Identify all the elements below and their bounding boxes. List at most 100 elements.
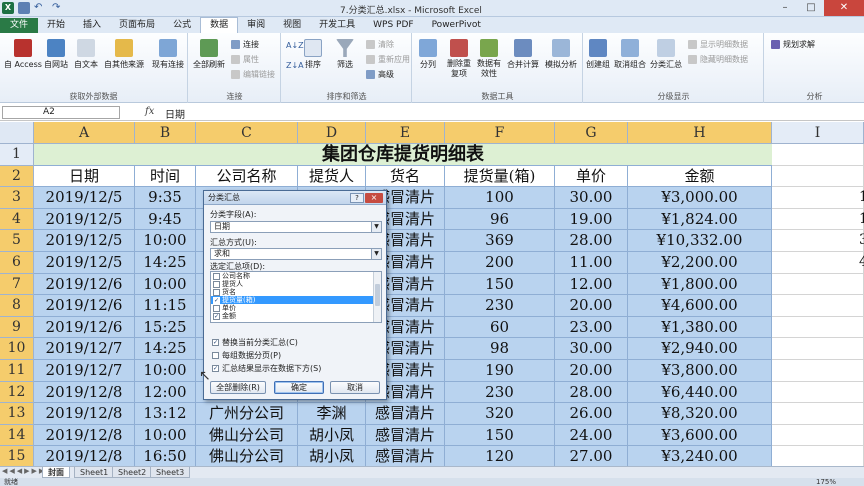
data-cell[interactable]: ¥3,800.00	[628, 360, 772, 382]
data-cell[interactable]: ¥10,332.00	[628, 230, 772, 252]
data-cell[interactable]: 120	[445, 446, 555, 466]
data-cell[interactable]: 佛山分公司	[196, 424, 298, 447]
group-button[interactable]: 创建组	[586, 39, 610, 70]
what-if-button[interactable]: 模拟分析	[545, 39, 577, 70]
data-cell[interactable]: 2019/12/6	[34, 295, 135, 317]
data-cell[interactable]: 60	[445, 316, 555, 339]
column-header-c[interactable]: C	[196, 122, 298, 144]
select-all-corner[interactable]	[0, 122, 34, 144]
tab-powerpivot[interactable]: PowerPivot	[423, 18, 490, 33]
data-cell[interactable]: 23.00	[555, 316, 628, 339]
row-header-11[interactable]: 11	[0, 360, 34, 382]
data-cell[interactable]: 100	[445, 187, 555, 209]
minimize-icon[interactable]: –	[772, 0, 798, 16]
data-cell[interactable]: 2019/12/6	[34, 316, 135, 339]
tab-review[interactable]: 审阅	[238, 18, 274, 33]
header-cell-h[interactable]: 金额	[628, 165, 772, 188]
tab-page-layout[interactable]: 页面布局	[110, 18, 164, 33]
data-cell[interactable]: 27.00	[555, 446, 628, 466]
header-cell-d[interactable]: 提货人	[298, 165, 366, 188]
header-cell-g[interactable]: 单价	[555, 165, 628, 188]
data-cell[interactable]: 2019/12/5	[34, 208, 135, 231]
data-cell[interactable]: 10:00	[135, 230, 196, 252]
data-cell[interactable]: 20.00	[555, 360, 628, 382]
data-cell[interactable]: 2019/12/6	[34, 273, 135, 296]
undo-icon[interactable]: ↶	[34, 2, 48, 14]
data-cell[interactable]: ¥1,380.00	[628, 316, 772, 339]
checkbox-unchecked[interactable]	[212, 352, 219, 359]
header-cell-c[interactable]: 公司名称	[196, 165, 298, 188]
checkbox-checked[interactable]: ✓	[213, 312, 220, 320]
hide-detail-button[interactable]: 隐藏明细数据	[688, 54, 748, 65]
dialog-close-icon[interactable]: ×	[365, 193, 383, 203]
data-cell[interactable]: 10:00	[135, 273, 196, 296]
data-cell[interactable]: 2019/12/8	[34, 403, 135, 425]
data-cell[interactable]: 230	[445, 295, 555, 317]
tab-file[interactable]: 文件	[0, 18, 39, 33]
existing-connections-button[interactable]: 现有连接	[152, 39, 184, 70]
data-cell[interactable]: 9:45	[135, 208, 196, 231]
column-header-a[interactable]: A	[34, 122, 135, 144]
data-cell[interactable]: ¥6,440.00	[628, 381, 772, 404]
redo-icon[interactable]: ↷	[52, 2, 66, 14]
data-cell[interactable]: 150	[445, 424, 555, 447]
tab-wps-pdf[interactable]: WPS PDF	[364, 18, 422, 33]
data-cell[interactable]: 15:25	[135, 316, 196, 339]
row-header-8[interactable]: 8	[0, 295, 34, 317]
save-icon[interactable]	[18, 2, 30, 14]
data-cell[interactable]: 感冒清片	[366, 424, 445, 447]
checkbox-checked[interactable]: ✓	[213, 296, 220, 304]
data-cell[interactable]: ¥1,800.00	[628, 273, 772, 296]
cell-i3[interactable]	[772, 187, 864, 209]
spreadsheet-grid[interactable]: A B C D E F G H I 1 2 3 4 5 6 7 8 9 10 11 12 13 14 15 集团仓库提货明细表日…	[0, 122, 864, 466]
replace-current-checkbox[interactable]: ✓ 替换当前分类汇总(C)	[212, 337, 298, 348]
tab-developer[interactable]: 开发工具	[310, 18, 364, 33]
data-cell[interactable]: 19.00	[555, 208, 628, 231]
fx-icon[interactable]: fx	[145, 106, 154, 117]
data-cell[interactable]: 10:00	[135, 360, 196, 382]
row-header-1[interactable]: 1	[0, 144, 34, 166]
consolidate-button[interactable]: 合并计算	[507, 39, 539, 70]
from-access-button[interactable]: 自 Access	[4, 39, 42, 70]
column-header-e[interactable]: E	[366, 122, 445, 144]
refresh-all-button[interactable]: 全部刷新	[193, 39, 225, 70]
header-cell-f[interactable]: 提货量(箱)	[445, 165, 555, 188]
scroll-thumb[interactable]	[375, 284, 380, 306]
data-cell[interactable]: ¥3,240.00	[628, 446, 772, 466]
solver-button[interactable]: 规划求解	[771, 39, 815, 50]
cell-i11[interactable]	[772, 360, 864, 382]
column-header-i[interactable]: I	[772, 122, 864, 144]
subtotal-field-select[interactable]: 日期 ▼	[210, 221, 382, 233]
data-cell[interactable]: 2019/12/8	[34, 381, 135, 404]
row-header-14[interactable]: 14	[0, 424, 34, 447]
tab-data[interactable]: 数据	[200, 17, 239, 33]
list-item[interactable]: 公司名称	[211, 272, 373, 280]
cell-i1[interactable]	[772, 144, 864, 166]
from-web-button[interactable]: 自网站	[44, 39, 68, 70]
text-to-columns-button[interactable]: 分列	[419, 39, 437, 70]
list-item[interactable]: 单价	[211, 304, 373, 312]
data-cell[interactable]: 胡小凤	[298, 424, 366, 447]
data-cell[interactable]: 200	[445, 252, 555, 274]
data-cell[interactable]: 9:35	[135, 187, 196, 209]
data-cell[interactable]: 28.00	[555, 381, 628, 404]
tab-formulas[interactable]: 公式	[164, 18, 200, 33]
data-cell[interactable]: 30.00	[555, 338, 628, 360]
data-cell[interactable]: 230	[445, 381, 555, 404]
column-header-b[interactable]: B	[135, 122, 196, 144]
column-header-g[interactable]: G	[555, 122, 628, 144]
ungroup-button[interactable]: 取消组合	[614, 39, 646, 70]
data-cell[interactable]: 2019/12/5	[34, 230, 135, 252]
data-cell[interactable]: 李渊	[298, 403, 366, 425]
row-header-10[interactable]: 10	[0, 338, 34, 360]
show-detail-button[interactable]: 显示明细数据	[688, 39, 748, 50]
clear-button[interactable]: 清除	[366, 39, 394, 50]
column-header-d[interactable]: D	[298, 122, 366, 144]
data-cell[interactable]: 佛山分公司	[196, 446, 298, 466]
data-cell[interactable]: 30.00	[555, 187, 628, 209]
sort-asc-icon[interactable]: A↓Z	[286, 41, 304, 50]
tab-insert[interactable]: 插入	[74, 18, 110, 33]
data-cell[interactable]: 2019/12/8	[34, 446, 135, 466]
data-cell[interactable]: 96	[445, 208, 555, 231]
header-cell-a[interactable]: 日期	[34, 165, 135, 188]
